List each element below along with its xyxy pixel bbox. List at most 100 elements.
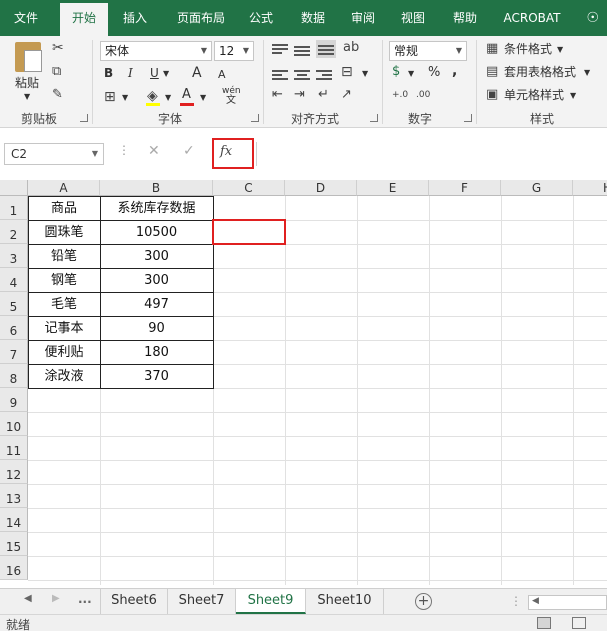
chevron-down-icon[interactable]: ▼	[165, 89, 171, 107]
insert-function-button[interactable]: fx	[220, 144, 232, 159]
selected-cell-c2[interactable]	[212, 219, 286, 245]
number-format-select[interactable]: 常规 ▼	[389, 41, 467, 61]
bold-button[interactable]: B	[104, 64, 113, 82]
cut-icon[interactable]: ✂	[52, 39, 64, 57]
column-header-f[interactable]: F	[429, 180, 501, 196]
tab-file[interactable]: 文件	[4, 0, 48, 36]
tab-view[interactable]: 视图	[394, 0, 432, 36]
cell-a6[interactable]: 记事本	[28, 316, 100, 340]
align-center-icon[interactable]	[294, 70, 310, 82]
table-format-button[interactable]: 套用表格格式	[504, 63, 576, 81]
tab-formulas[interactable]: 公式	[242, 0, 280, 36]
cell-b8[interactable]: 370	[100, 364, 213, 388]
font-color-button[interactable]: A	[182, 86, 191, 104]
font-size-select[interactable]: 12 ▼	[214, 41, 254, 61]
chevron-down-icon[interactable]: ▼	[584, 64, 590, 82]
tab-help[interactable]: 帮助	[444, 0, 486, 36]
tab-insert[interactable]: 插入	[114, 0, 156, 36]
row-header-8[interactable]: 8	[0, 364, 28, 388]
tab-review[interactable]: 审阅	[344, 0, 382, 36]
sheet-tab-sheet9[interactable]: Sheet9	[236, 589, 306, 614]
comma-button[interactable]: ,	[452, 62, 457, 80]
font-name-select[interactable]: 宋体 ▼	[100, 41, 212, 61]
row-header-5[interactable]: 5	[0, 292, 28, 316]
chevron-down-icon[interactable]: ▼	[408, 65, 414, 83]
cell-b7[interactable]: 180	[100, 340, 213, 364]
align-middle-icon[interactable]	[294, 46, 310, 58]
tab-page-layout[interactable]: 页面布局	[164, 0, 238, 36]
name-box[interactable]: C2 ▼	[4, 143, 104, 165]
cell-styles-button[interactable]: 单元格样式	[504, 86, 564, 104]
cell-a8[interactable]: 涂改液	[28, 364, 100, 388]
text-angle-icon[interactable]: ↗	[341, 86, 352, 104]
cell-b2[interactable]: 10500	[100, 220, 213, 244]
sheet-overflow-button[interactable]: ...	[78, 592, 92, 606]
cell-b3[interactable]: 300	[100, 244, 213, 268]
cell-b1[interactable]: 系统库存数据	[100, 196, 213, 220]
add-sheet-button[interactable]: +	[415, 593, 432, 610]
row-header-14[interactable]: 14	[0, 508, 28, 532]
chevron-down-icon[interactable]: ▼	[570, 87, 576, 105]
scroll-right-icon[interactable]: ▶	[52, 593, 60, 604]
scroll-left-icon[interactable]: ◀	[24, 593, 32, 604]
sheet-tab-sheet10[interactable]: Sheet10	[306, 589, 384, 614]
table-format-icon[interactable]: ▤	[486, 63, 498, 81]
column-header-c[interactable]: C	[213, 180, 285, 196]
tab-home[interactable]: 开始	[60, 3, 108, 36]
decrease-decimal-icon[interactable]: .00	[416, 86, 430, 104]
cell-a7[interactable]: 便利贴	[28, 340, 100, 364]
conditional-format-icon[interactable]: ▦	[486, 40, 498, 58]
increase-indent-icon[interactable]: ⇥	[294, 86, 305, 104]
column-header-g[interactable]: G	[501, 180, 573, 196]
align-top-icon[interactable]	[272, 44, 288, 56]
row-header-4[interactable]: 4	[0, 268, 28, 292]
merge-center-icon[interactable]: ⊟	[341, 63, 353, 81]
format-painter-icon[interactable]: ✎	[52, 86, 63, 104]
row-header-13[interactable]: 13	[0, 484, 28, 508]
normal-view-icon[interactable]	[537, 617, 551, 629]
row-header-7[interactable]: 7	[0, 340, 28, 364]
alignment-launcher-icon[interactable]	[370, 114, 378, 122]
align-bottom-icon[interactable]	[316, 40, 336, 58]
font-launcher-icon[interactable]	[251, 114, 259, 122]
number-launcher-icon[interactable]	[464, 114, 472, 122]
row-header-12[interactable]: 12	[0, 460, 28, 484]
row-header-11[interactable]: 11	[0, 436, 28, 460]
orientation-icon[interactable]: ab	[343, 39, 359, 57]
column-header-h[interactable]: H	[573, 180, 607, 196]
tab-acrobat[interactable]: ACROBAT	[498, 0, 566, 36]
column-header-b[interactable]: B	[100, 180, 213, 196]
formula-input[interactable]	[256, 142, 607, 166]
cell-styles-icon[interactable]: ▣	[486, 86, 498, 104]
cell-a5[interactable]: 毛笔	[28, 292, 100, 316]
splitter-icon[interactable]: ⋮	[510, 594, 522, 608]
cell-a3[interactable]: 铅笔	[28, 244, 100, 268]
wrap-text-icon[interactable]: ↵	[318, 86, 329, 104]
chevron-down-icon[interactable]: ▼	[200, 89, 206, 107]
cancel-icon[interactable]: ✕	[148, 143, 160, 159]
chevron-down-icon[interactable]: ▼	[163, 65, 169, 83]
underline-button[interactable]: U	[150, 64, 159, 82]
row-header-16[interactable]: 16	[0, 556, 28, 580]
row-header-3[interactable]: 3	[0, 244, 28, 268]
align-left-icon[interactable]	[272, 70, 288, 82]
row-header-1[interactable]: 1	[0, 196, 28, 220]
row-header-9[interactable]: 9	[0, 388, 28, 412]
conditional-format-button[interactable]: 条件格式	[504, 40, 552, 58]
select-all-corner[interactable]	[0, 180, 28, 196]
cell-a4[interactable]: 钢笔	[28, 268, 100, 292]
cell-a2[interactable]: 圆珠笔	[28, 220, 100, 244]
decrease-indent-icon[interactable]: ⇤	[272, 86, 283, 104]
lightbulb-icon[interactable]: ☉	[586, 0, 599, 36]
row-header-6[interactable]: 6	[0, 316, 28, 340]
cell-a1[interactable]: 商品	[28, 196, 100, 220]
more-options-icon[interactable]: ⋮	[118, 143, 130, 157]
copy-icon[interactable]: ⧉	[52, 63, 61, 81]
italic-button[interactable]: I	[128, 64, 133, 82]
border-icon[interactable]: ⊞	[104, 88, 116, 106]
chevron-down-icon[interactable]: ▼	[362, 65, 368, 83]
tab-data[interactable]: 数据	[292, 0, 334, 36]
scroll-left-arrow-icon[interactable]: ◀	[532, 596, 539, 606]
chevron-down-icon[interactable]: ▼	[557, 41, 563, 59]
increase-decimal-icon[interactable]: +.0	[392, 86, 408, 104]
